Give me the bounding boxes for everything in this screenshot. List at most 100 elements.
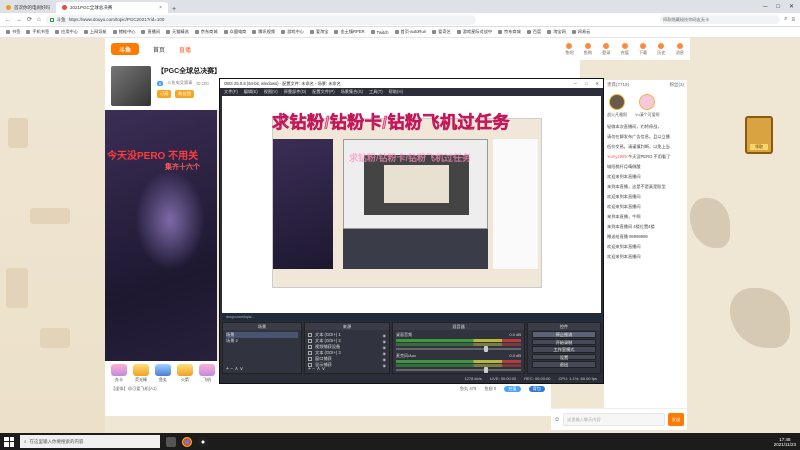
chat-tab-fans[interactable]: 粉丝(3) bbox=[670, 82, 685, 88]
chat-username[interactable]: Yumy1989: bbox=[607, 154, 628, 159]
rank-user[interactable]: 战火凡雅照 bbox=[607, 94, 627, 118]
bookmark-item[interactable]: 游戏中心 bbox=[281, 29, 304, 35]
header-item[interactable]: 鱼吧 bbox=[565, 42, 574, 56]
bookmark-item[interactable]: 直播间 bbox=[141, 29, 160, 35]
obs-control-button[interactable]: 开始录制 bbox=[532, 338, 596, 345]
obs-menu-item[interactable]: 编辑(E) bbox=[244, 89, 258, 95]
maximize-icon[interactable]: □ bbox=[585, 81, 588, 86]
scene-item[interactable]: 场景 2 bbox=[226, 338, 298, 344]
menu-icon[interactable]: ≡ bbox=[791, 17, 795, 23]
close-window-icon[interactable]: ✕ bbox=[789, 3, 794, 10]
header-item[interactable]: 下载 bbox=[639, 42, 647, 56]
minimize-icon[interactable]: ─ bbox=[763, 4, 767, 10]
visibility-eye-icon[interactable]: ◉ bbox=[383, 339, 387, 344]
source-controls[interactable]: + − ∧ ∨ bbox=[305, 365, 389, 373]
gift-item[interactable]: 火箭 bbox=[177, 364, 193, 383]
header-item[interactable]: 登录 bbox=[602, 42, 610, 56]
emoji-icon[interactable]: ☺ bbox=[554, 417, 560, 423]
volume-slider[interactable] bbox=[396, 367, 521, 373]
obs-preview[interactable]: 求钻粉/钻粉卡/钻粉飞机过任务 求钻粉/钻粉卡/钻粉飞机过任务 douyu.co… bbox=[222, 96, 601, 321]
obs-control-button[interactable]: 退出 bbox=[532, 361, 596, 368]
maximize-icon[interactable]: □ bbox=[776, 4, 780, 10]
subscribe-button[interactable]: 订阅 bbox=[157, 90, 172, 98]
send-button[interactable]: 发送 bbox=[668, 413, 684, 426]
back-icon[interactable]: ← bbox=[5, 17, 11, 23]
header-item[interactable]: 历史 bbox=[657, 42, 666, 56]
obs-menu-item[interactable]: 帮助(H) bbox=[389, 89, 403, 95]
bookmark-item[interactable]: 网易云 bbox=[571, 29, 590, 35]
close-tab-icon[interactable]: × bbox=[159, 5, 162, 11]
bookmark-item[interactable]: 首页-autoRun bbox=[394, 29, 426, 35]
visibility-eye-icon[interactable]: ◉ bbox=[383, 357, 387, 362]
fan-group-button[interactable]: 粉丝团 bbox=[175, 90, 194, 98]
backpack-button[interactable]: 背包 bbox=[528, 386, 545, 392]
close-window-icon[interactable]: ✕ bbox=[595, 81, 599, 86]
gift-item[interactable]: 鱼丸 bbox=[155, 364, 171, 383]
volume-slider-knob[interactable] bbox=[483, 367, 488, 373]
bookmark-item[interactable]: 京东商城 bbox=[194, 29, 218, 35]
windows-start-icon[interactable] bbox=[4, 436, 14, 447]
bookmark-item[interactable]: 手机书签 bbox=[26, 29, 49, 35]
browser-tab-active[interactable]: 2021PGC全球总决赛 × bbox=[56, 2, 168, 13]
bookmark-item[interactable]: 众盟电商 bbox=[223, 29, 246, 35]
bookmark-item[interactable]: 金土镇RPER bbox=[334, 29, 365, 35]
obs-app-icon[interactable] bbox=[198, 436, 208, 447]
bookmark-item[interactable]: 淘宝网 bbox=[547, 29, 566, 35]
browser-tab[interactable]: 首次你的电闹好吗 bbox=[0, 2, 56, 13]
obs-menu-item[interactable]: 配置文件(P) bbox=[312, 89, 334, 95]
gift-item[interactable]: 荧光棒 bbox=[133, 364, 149, 383]
douyu-logo[interactable]: 斗鱼 bbox=[111, 43, 139, 55]
new-tab-button[interactable]: + bbox=[168, 6, 180, 13]
system-clock[interactable]: 17:48 2021/11/23 bbox=[774, 437, 796, 447]
bookmark-item[interactable]: 天猫精选 bbox=[166, 29, 189, 35]
obs-control-button[interactable]: 设置 bbox=[532, 353, 596, 360]
obs-menu-item[interactable]: 停靠部件(D) bbox=[284, 89, 307, 95]
taskbar-search-input[interactable]: ⌕ 在这里输入你要搜索的内容 bbox=[20, 435, 160, 448]
task-view-icon[interactable] bbox=[166, 436, 176, 447]
bookmark-item[interactable]: 京东商城 bbox=[498, 29, 521, 35]
obs-menu-item[interactable]: 文件(F) bbox=[224, 89, 238, 95]
bookmark-item[interactable]: 猪蛙中心 bbox=[112, 29, 135, 35]
gold-badge[interactable]: 领取 bbox=[745, 116, 773, 154]
chat-tab-vip[interactable]: 贵宾(7719) bbox=[607, 82, 629, 88]
nav-home[interactable]: 首页 bbox=[153, 45, 165, 54]
home-icon[interactable]: ⌂ bbox=[37, 17, 41, 23]
obs-control-button[interactable]: 工作室模式 bbox=[532, 346, 596, 353]
bookmark-item[interactable]: 百度 bbox=[526, 29, 541, 35]
gift-item[interactable]: 飞机 bbox=[199, 364, 215, 383]
rank-user[interactable]: Yu濠个可爱呢 bbox=[635, 94, 660, 118]
bookmark-item[interactable]: 爱淘宝 bbox=[309, 29, 328, 35]
obs-control-button[interactable]: 停止推流 bbox=[532, 331, 596, 338]
header-item[interactable]: 消息 bbox=[676, 42, 684, 56]
chat-input[interactable]: 这里输入聊天内容 bbox=[563, 413, 665, 426]
header-item[interactable]: 鱼购 bbox=[584, 42, 592, 56]
url-field[interactable]: 斗鱼 https://www.douyu.com/topic/PGC2021?r… bbox=[45, 14, 476, 25]
search-icon[interactable]: ⌕ bbox=[784, 16, 787, 23]
visibility-eye-icon[interactable]: ◉ bbox=[383, 333, 387, 338]
room-org[interactable]: 斗鱼电竞赛事 bbox=[167, 80, 192, 86]
volume-slider-knob[interactable] bbox=[483, 346, 488, 352]
nav-live[interactable]: 直播 bbox=[179, 45, 191, 54]
bookmark-item[interactable]: 应用中心 bbox=[55, 29, 78, 35]
obs-menu-item[interactable]: 视图(V) bbox=[264, 89, 278, 95]
bookmark-item[interactable]: 上网导航 bbox=[83, 29, 107, 35]
reload-icon[interactable]: ⟳ bbox=[27, 16, 32, 23]
visibility-eye-icon[interactable]: ◉ bbox=[383, 351, 387, 356]
live-video[interactable]: 今天没PERO 不用关 集齐十六个 斗鱼 直播门 100 2021.11.23 bbox=[105, 110, 217, 395]
bookmark-item[interactable]: 游戏星际对战中 bbox=[456, 29, 492, 35]
bookmark-item[interactable]: 书签 bbox=[6, 29, 20, 35]
minimize-icon[interactable]: ─ bbox=[574, 81, 577, 86]
volume-slider[interactable] bbox=[396, 346, 521, 352]
obs-menu-item[interactable]: 场景集合(S) bbox=[341, 89, 363, 95]
recharge-button[interactable]: 充值 bbox=[504, 386, 521, 392]
anchor-avatar[interactable] bbox=[111, 66, 151, 106]
bookmark-item[interactable]: 腾讯视频 bbox=[252, 29, 275, 35]
scene-controls[interactable]: + − ∧ ∨ bbox=[223, 365, 301, 373]
bookmark-item[interactable]: 爱奇艺 bbox=[432, 29, 451, 35]
gift-item[interactable]: 办卡 bbox=[111, 364, 127, 383]
header-item[interactable]: 充值 bbox=[620, 42, 629, 56]
obs-menu-item[interactable]: 工具(T) bbox=[369, 89, 383, 95]
forward-icon[interactable]: → bbox=[16, 17, 22, 23]
browser-app-icon[interactable] bbox=[182, 436, 192, 447]
visibility-eye-icon[interactable]: ◉ bbox=[383, 345, 387, 350]
